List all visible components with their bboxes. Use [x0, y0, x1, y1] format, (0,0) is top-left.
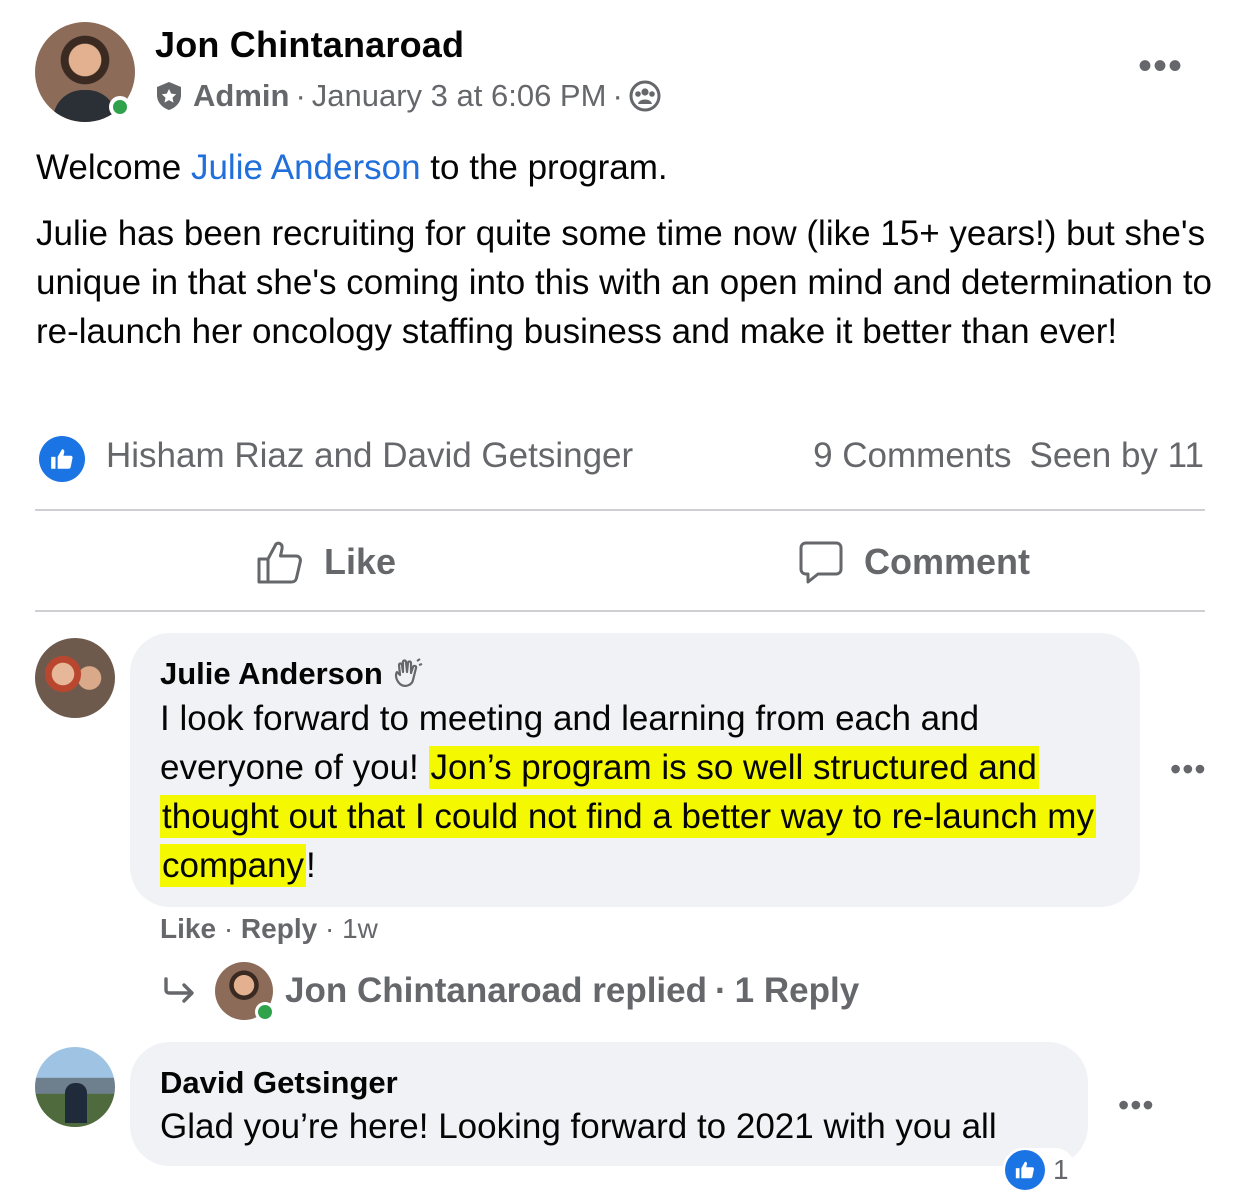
reply-summary[interactable]: Jon Chintanaroad replied · 1 Reply: [163, 962, 860, 1022]
post-author-name[interactable]: Jon Chintanaroad: [155, 24, 464, 66]
comment-text: I look forward to meeting and learning f…: [160, 694, 1110, 890]
reply-arrow-icon: [163, 976, 197, 1006]
divider: [35, 509, 1205, 511]
more-dots-icon[interactable]: •••: [1138, 46, 1183, 86]
reply-separator: ·: [715, 971, 727, 1010]
meta-separator: ·: [295, 78, 306, 113]
post-welcome-line: Welcome Julie Anderson to the program.: [36, 143, 1216, 192]
comment-text: Glad you’re here! Looking forward to 202…: [160, 1107, 997, 1146]
like-reaction-icon[interactable]: [39, 436, 85, 482]
action-separator: ·: [324, 913, 335, 944]
comment-reply-link[interactable]: Reply: [241, 913, 317, 944]
like-button[interactable]: Like: [256, 532, 396, 592]
meta-separator: ·: [612, 78, 623, 113]
like-reaction-icon: [1005, 1150, 1045, 1190]
group-members-icon: [629, 80, 661, 112]
comment-more-dots-icon[interactable]: •••: [1170, 753, 1207, 785]
reply-count: 1 Reply: [734, 971, 860, 1010]
thumbs-up-icon: [256, 539, 324, 585]
comment-button[interactable]: Comment: [798, 532, 1030, 592]
post-timestamp[interactable]: January 3 at 6:06 PM: [312, 78, 607, 114]
wave-hand-icon: [391, 658, 423, 690]
welcome-text-end: to the program.: [420, 148, 668, 187]
comment-reaction-badge[interactable]: 1: [1003, 1148, 1075, 1192]
comment-author-row: Julie Anderson: [160, 656, 423, 692]
comment-text-end: !: [306, 846, 316, 885]
action-separator: ·: [223, 913, 234, 944]
comments-count[interactable]: 9 Comments: [813, 436, 1011, 475]
welcome-text: Welcome: [36, 148, 191, 187]
post-meta: Admin · January 3 at 6:06 PM ·: [155, 76, 661, 116]
comment-age[interactable]: 1w: [342, 913, 378, 944]
post-counts: 9 Comments Seen by 11: [813, 436, 1204, 476]
comment-author-name[interactable]: David Getsinger: [160, 1065, 398, 1101]
mention-link[interactable]: Julie Anderson: [191, 148, 421, 187]
divider: [35, 610, 1205, 612]
commenter-avatar[interactable]: [35, 1047, 115, 1127]
comment-author-name[interactable]: Julie Anderson: [160, 656, 383, 692]
online-status-indicator: [109, 96, 131, 118]
reactor-names[interactable]: Hisham Riaz and David Getsinger: [106, 436, 633, 476]
comment-actions: Like · Reply · 1w: [160, 913, 378, 945]
comment-like-link[interactable]: Like: [160, 913, 216, 944]
comment-button-label: Comment: [864, 541, 1031, 582]
comment-more-dots-icon[interactable]: •••: [1118, 1089, 1155, 1121]
replier-avatar[interactable]: [215, 962, 275, 1022]
reaction-count: 1: [1053, 1154, 1069, 1185]
admin-badge: Admin: [193, 78, 290, 113]
post-body: Julie has been recruiting for quite some…: [36, 214, 1213, 351]
seen-by-count[interactable]: Seen by 11: [1030, 436, 1205, 475]
like-button-label: Like: [324, 541, 397, 582]
online-status-indicator: [255, 1002, 275, 1022]
admin-shield-icon: [155, 81, 183, 111]
commenter-avatar[interactable]: [35, 638, 115, 718]
replier-name: Jon Chintanaroad replied: [285, 971, 707, 1010]
speech-bubble-icon: [798, 539, 864, 585]
